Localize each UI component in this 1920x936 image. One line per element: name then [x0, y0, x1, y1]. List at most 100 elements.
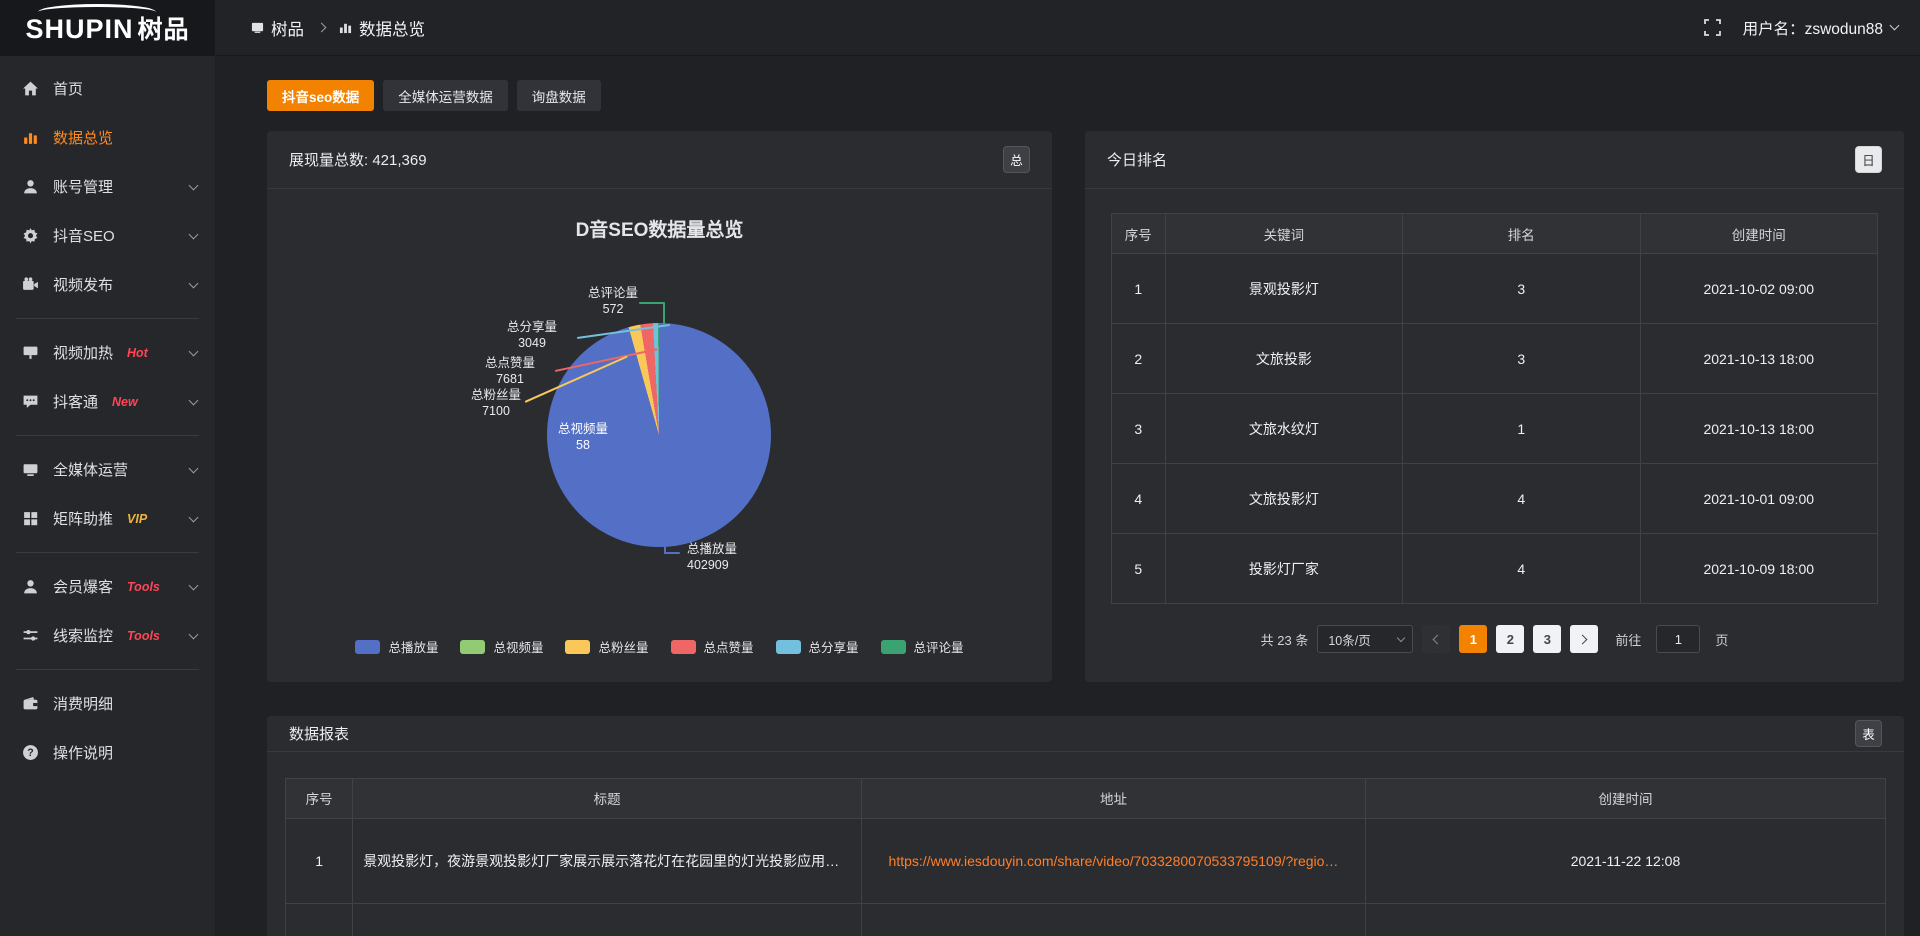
legend-swatch: [355, 640, 380, 654]
legend-swatch: [460, 640, 485, 654]
question-circle-icon: ?: [22, 744, 39, 761]
ranking-panel-header: 今日排名 日: [1085, 131, 1904, 189]
tab-all-media-data[interactable]: 全媒体运营数据: [383, 80, 508, 111]
sidebar-item-home[interactable]: 首页: [0, 64, 215, 113]
video-camera-icon: [22, 276, 39, 293]
top-row: 展现量总数: 421,369 总 D音SEO数据量总览 总评论量 572: [267, 131, 1904, 682]
menu-divider: [16, 669, 199, 670]
sidebar-item-clue-monitor[interactable]: 线索监控 Tools: [0, 611, 215, 660]
chevron-down-icon: [189, 629, 199, 639]
tab-douyin-seo-data[interactable]: 抖音seo数据: [267, 80, 374, 111]
tools-badge: Tools: [127, 629, 160, 643]
wallet-icon: [22, 695, 39, 712]
goto-unit-label: 页: [1715, 630, 1728, 649]
tools-badge: Tools: [127, 580, 160, 594]
sidebar: SHUPIN树品 首页 数据总览 账号管理 抖音SEO: [0, 0, 215, 936]
table-row: 1 景观投影灯，夜游景观投影灯厂家展示展示落花灯在花园里的灯光投影应用效果 # …: [286, 818, 1886, 903]
legend-item-fans[interactable]: 总粉丝量: [565, 637, 648, 656]
today-ranking-panel: 今日排名 日 序号 关键词 排名 创建时间: [1085, 131, 1904, 682]
chevron-down-icon: [189, 512, 199, 522]
chevron-right-icon: [1578, 634, 1588, 644]
goto-page-input[interactable]: [1656, 625, 1700, 653]
sidebar-item-member-baoke[interactable]: 会员爆客 Tools: [0, 562, 215, 611]
topbar: 树品 数据总览 用户名：zswodun88: [215, 0, 1920, 56]
report-panel-header: 数据报表 表: [267, 716, 1904, 752]
label-line: [663, 302, 665, 325]
bar-chart-icon: [22, 129, 39, 146]
sidebar-item-doukertong[interactable]: 抖客通 New: [0, 377, 215, 426]
table-row: 2文旅投影32021-10-13 18:00: [1112, 324, 1878, 394]
page-size-select[interactable]: 10条/页: [1317, 625, 1413, 653]
grid-icon: [22, 510, 39, 527]
sidebar-item-video-heat[interactable]: 视频加热 Hot: [0, 328, 215, 377]
gear-icon: [22, 227, 39, 244]
monitor-icon: [22, 461, 39, 478]
chevron-down-icon: [189, 180, 199, 190]
table-row: 1景观投影灯32021-10-02 09:00: [1112, 254, 1878, 324]
legend-swatch: [881, 640, 906, 654]
breadcrumb-separator-icon: [317, 23, 327, 33]
menu-divider: [16, 318, 199, 319]
hot-badge: Hot: [127, 346, 148, 360]
ranking-table-wrap: 序号 关键词 排名 创建时间 1景观投影灯32021-10-02 09:00: [1085, 189, 1904, 653]
ranking-table: 序号 关键词 排名 创建时间 1景观投影灯32021-10-02 09:00: [1111, 213, 1878, 604]
new-badge: New: [112, 395, 138, 409]
main-area: 树品 数据总览 用户名：zswodun88 抖音seo数据 全媒体运营数据 询盘…: [215, 0, 1920, 936]
ranking-title: 今日排名: [1107, 149, 1167, 170]
tab-inquiry-data[interactable]: 询盘数据: [517, 80, 601, 111]
chevron-left-icon: [1433, 634, 1443, 644]
legend-item-comments[interactable]: 总评论量: [881, 637, 964, 656]
chevron-down-icon: [189, 395, 199, 405]
total-toggle-button[interactable]: 总: [1003, 146, 1030, 173]
pie-label-comments: 总评论量 572: [563, 285, 663, 317]
sidebar-item-all-media[interactable]: 全媒体运营: [0, 445, 215, 494]
report-title-cell: 景观投影灯，夜游景观投影灯厂家展示展示落花灯在花园里的灯光投影应用效果 #: [353, 818, 862, 903]
table-header-row: 序号 关键词 排名 创建时间: [1112, 214, 1878, 254]
pie-label-shares: 总分享量 3049: [489, 319, 575, 351]
legend-swatch: [671, 640, 696, 654]
label-line: [664, 552, 680, 554]
chevron-down-icon: [1397, 633, 1405, 641]
day-toggle-button[interactable]: 日: [1855, 146, 1882, 173]
chevron-down-icon: [189, 580, 199, 590]
sidebar-item-expense-detail[interactable]: 消费明细: [0, 679, 215, 728]
user-icon: [22, 178, 39, 195]
breadcrumb-item-current[interactable]: 数据总览: [359, 16, 425, 40]
page-button-3[interactable]: 3: [1533, 625, 1561, 653]
legend-item-shares[interactable]: 总分享量: [776, 637, 859, 656]
data-tabs: 抖音seo数据 全媒体运营数据 询盘数据: [267, 80, 1904, 111]
impressions-total-label: 展现量总数: 421,369: [289, 149, 427, 170]
sidebar-item-help[interactable]: ? 操作说明: [0, 728, 215, 777]
report-table-wrap: 序号 标题 地址 创建时间 1 景观投影灯，夜游景观投影灯厂家展示展示落花灯在花…: [267, 752, 1904, 936]
pie-label-fans: 总粉丝量 7100: [453, 387, 539, 419]
sidebar-item-douyin-seo[interactable]: 抖音SEO: [0, 211, 215, 260]
user-menu[interactable]: 用户名：zswodun88: [1743, 17, 1898, 39]
sidebar-menu: 首页 数据总览 账号管理 抖音SEO 视频发布: [0, 56, 215, 777]
label-line: [639, 302, 665, 304]
legend-swatch: [565, 640, 590, 654]
next-page-button[interactable]: [1570, 625, 1598, 653]
data-report-panel: 数据报表 表 序号 标题 地址 创建时间: [267, 716, 1904, 936]
fullscreen-icon[interactable]: [1704, 19, 1721, 36]
sidebar-item-matrix-boost[interactable]: 矩阵助推 VIP: [0, 494, 215, 543]
legend-item-likes[interactable]: 总点赞量: [671, 637, 754, 656]
page-button-1[interactable]: 1: [1459, 625, 1487, 653]
logo[interactable]: SHUPIN树品: [0, 0, 215, 56]
video-link[interactable]: https://www.iesdouyin.com/share/video/70…: [889, 853, 1339, 869]
legend-item-videos[interactable]: 总视频量: [460, 637, 543, 656]
sidebar-item-account[interactable]: 账号管理: [0, 162, 215, 211]
legend-item-plays[interactable]: 总播放量: [355, 637, 438, 656]
pie-label-videos: 总视频量 58: [539, 421, 627, 453]
pagination: 共 23 条 10条/页 1 2 3 前往: [1111, 625, 1878, 653]
legend-swatch: [776, 640, 801, 654]
sidebar-item-data-overview[interactable]: 数据总览: [0, 113, 215, 162]
table-row: [286, 903, 1886, 936]
page-button-2[interactable]: 2: [1496, 625, 1524, 653]
table-toggle-button[interactable]: 表: [1855, 720, 1882, 747]
menu-divider: [16, 435, 199, 436]
breadcrumb-item-root[interactable]: 树品: [271, 16, 304, 40]
prev-page-button[interactable]: [1422, 625, 1450, 653]
menu-divider: [16, 552, 199, 553]
username-label: 用户名：zswodun88: [1743, 17, 1883, 39]
sidebar-item-video-publish[interactable]: 视频发布: [0, 260, 215, 309]
